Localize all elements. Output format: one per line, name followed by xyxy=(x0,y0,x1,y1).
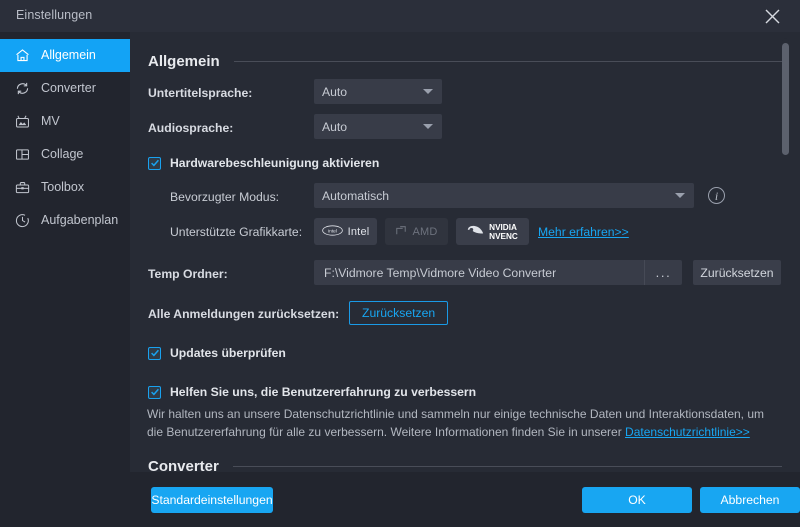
sidebar-item-allgemein[interactable]: Allgemein xyxy=(0,39,130,72)
sidebar-item-label: Converter xyxy=(41,82,96,95)
sidebar-item-mv[interactable]: MV xyxy=(0,105,130,138)
hardware-acceleration-label: Hardwarebeschleunigung aktivieren xyxy=(170,156,379,170)
subtitle-language-select[interactable]: Auto xyxy=(314,79,442,104)
collage-icon xyxy=(13,145,32,164)
gpu-chip-label: NVIDIA NVENC xyxy=(489,223,518,241)
window-title: Einstellungen xyxy=(16,8,92,22)
title-bar: Einstellungen xyxy=(0,0,800,32)
scrollbar-track[interactable] xyxy=(782,38,789,468)
home-icon xyxy=(13,46,32,65)
subtitle-language-value: Auto xyxy=(322,85,347,99)
temp-folder-value: F:\Vidmore Temp\Vidmore Video Converter xyxy=(314,266,556,280)
privacy-paragraph: Wir halten uns an unsere Datenschutzrich… xyxy=(147,405,767,441)
hardware-acceleration-checkbox[interactable]: Hardwarebeschleunigung aktivieren xyxy=(148,156,379,170)
subtitle-language-label: Untertitelsprache: xyxy=(148,86,252,100)
amd-logo-icon xyxy=(395,223,407,241)
section-divider xyxy=(234,61,782,62)
browse-button[interactable]: ... xyxy=(644,260,682,285)
gpu-chip-amd[interactable]: AMD xyxy=(385,218,448,245)
close-icon xyxy=(764,8,781,25)
info-icon[interactable]: i xyxy=(708,187,725,204)
audio-language-label: Audiosprache: xyxy=(148,121,233,135)
sidebar-item-label: Allgemein xyxy=(41,49,96,62)
sidebar-item-label: MV xyxy=(41,115,60,128)
cancel-button[interactable]: Abbrechen xyxy=(700,487,800,513)
checkmark-icon xyxy=(148,386,161,399)
reset-logins-label: Alle Anmeldungen zurücksetzen: xyxy=(148,307,339,321)
preferred-mode-label: Bevorzugter Modus: xyxy=(170,190,279,204)
toolbox-icon xyxy=(13,178,32,197)
audio-language-select[interactable]: Auto xyxy=(314,114,442,139)
sidebar-item-label: Aufgabenplan xyxy=(41,214,118,227)
intel-logo-icon: intel xyxy=(322,223,343,241)
checkmark-icon xyxy=(148,157,161,170)
dialog-footer: Standardeinstellungen OK Abbrechen xyxy=(130,472,800,527)
sidebar-item-toolbox[interactable]: Toolbox xyxy=(0,171,130,204)
sidebar-item-converter[interactable]: Converter xyxy=(0,72,130,105)
temp-folder-reset-button[interactable]: Zurücksetzen xyxy=(693,260,781,285)
sidebar-item-label: Collage xyxy=(41,148,83,161)
sidebar-item-aufgabenplan[interactable]: Aufgabenplan xyxy=(0,204,130,237)
nvidia-logo-icon xyxy=(467,223,484,241)
sidebar-item-collage[interactable]: Collage xyxy=(0,138,130,171)
refresh-icon xyxy=(13,79,32,98)
gpu-chip-label: Intel xyxy=(348,226,370,238)
temp-folder-field[interactable]: F:\Vidmore Temp\Vidmore Video Converter … xyxy=(314,260,682,285)
video-icon xyxy=(13,112,32,131)
checkmark-icon xyxy=(148,347,161,360)
ok-button[interactable]: OK xyxy=(582,487,692,513)
gpu-chip-intel[interactable]: intel Intel xyxy=(314,218,377,245)
improve-experience-label: Helfen Sie uns, die Benutzererfahrung zu… xyxy=(170,385,476,399)
audio-language-value: Auto xyxy=(322,120,347,134)
chevron-down-icon xyxy=(423,89,433,94)
svg-text:intel: intel xyxy=(328,228,337,234)
sidebar-item-label: Toolbox xyxy=(41,181,84,194)
scrollbar-thumb[interactable] xyxy=(782,43,789,155)
more-info-link[interactable]: Mehr erfahren>> xyxy=(538,225,629,239)
section-header-allgemein: Allgemein xyxy=(148,53,782,70)
settings-content: Allgemein Untertitelsprache: Auto Audios… xyxy=(130,32,800,472)
section-title: Allgemein xyxy=(148,53,220,70)
chevron-down-icon xyxy=(675,193,685,198)
section-divider xyxy=(233,466,782,467)
sidebar: Allgemein Converter xyxy=(0,32,130,527)
graphics-card-label: Unterstützte Grafikkarte: xyxy=(170,225,302,239)
section-title: Converter xyxy=(148,458,219,472)
privacy-policy-link[interactable]: Datenschutzrichtlinie>> xyxy=(625,425,750,439)
defaults-button[interactable]: Standardeinstellungen xyxy=(151,487,273,513)
reset-logins-button[interactable]: Zurücksetzen xyxy=(349,301,448,325)
preferred-mode-value: Automatisch xyxy=(322,189,389,203)
check-updates-checkbox[interactable]: Updates überprüfen xyxy=(148,346,286,360)
check-updates-label: Updates überprüfen xyxy=(170,346,286,360)
gpu-chip-label: AMD xyxy=(412,226,437,238)
preferred-mode-select[interactable]: Automatisch xyxy=(314,183,694,208)
improve-experience-checkbox[interactable]: Helfen Sie uns, die Benutzererfahrung zu… xyxy=(148,385,476,399)
section-header-converter: Converter xyxy=(148,458,782,472)
gpu-chip-nvidia[interactable]: NVIDIA NVENC xyxy=(456,218,529,245)
temp-folder-label: Temp Ordner: xyxy=(148,267,228,281)
chevron-down-icon xyxy=(423,124,433,129)
close-button[interactable] xyxy=(750,0,794,32)
clock-icon xyxy=(13,211,32,230)
settings-window: Einstellungen Allgemein xyxy=(0,0,800,527)
